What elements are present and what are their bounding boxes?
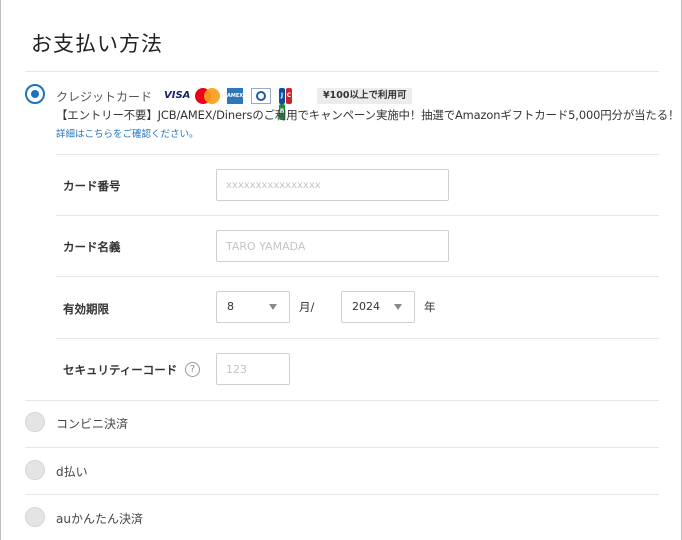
security-code-input[interactable]	[216, 353, 290, 385]
divider	[56, 215, 659, 216]
divider	[25, 71, 659, 72]
expiry-month-value: 8	[227, 300, 234, 313]
d-barai-radio[interactable]	[25, 460, 45, 480]
visa-logo: VISA	[164, 90, 191, 101]
divider	[25, 400, 659, 401]
convenience-store-radio[interactable]	[25, 412, 45, 432]
d-barai-label[interactable]: d払い	[56, 463, 88, 480]
expiry-year-value: 2024	[352, 300, 380, 313]
card-number-label: カード番号	[63, 179, 121, 193]
payment-method-panel: お支払い方法 クレジットカード VISA AMEX JCB ¥100以上で利用可…	[0, 0, 682, 540]
credit-card-label[interactable]: クレジットカード	[56, 88, 152, 105]
campaign-notice: 【エントリー不要】JCB/AMEX/Dinersのご利用でキャンペーン実施中！抽…	[56, 108, 680, 122]
mastercard-logo	[195, 88, 221, 104]
divider	[56, 338, 659, 339]
divider	[56, 154, 659, 155]
expiry-month-select[interactable]: 8	[216, 291, 290, 323]
card-name-label: カード名義	[63, 240, 121, 254]
card-name-input[interactable]	[216, 230, 449, 262]
credit-card-radio[interactable]	[25, 84, 45, 104]
divider	[25, 494, 659, 495]
month-unit: 月/	[299, 300, 315, 314]
divider	[25, 447, 659, 448]
security-code-label: セキュリティーコード	[63, 363, 178, 377]
amex-logo: AMEX	[227, 88, 243, 104]
minimum-amount-badge: ¥100以上で利用可	[317, 88, 413, 104]
card-number-input[interactable]	[216, 169, 449, 201]
diners-logo	[251, 88, 271, 104]
expiry-label: 有効期限	[63, 302, 109, 316]
help-icon[interactable]: ?	[185, 362, 200, 377]
expiry-year-select[interactable]: 2024	[341, 291, 415, 323]
convenience-store-label[interactable]: コンビニ決済	[56, 415, 128, 432]
divider	[56, 276, 659, 277]
page-title: お支払い方法	[31, 32, 163, 56]
chevron-down-icon	[394, 304, 402, 310]
au-easy-payment-label[interactable]: auかんたん決済	[56, 510, 143, 527]
jcb-logo: JCB	[279, 88, 299, 120]
chevron-down-icon	[269, 304, 277, 310]
au-easy-payment-radio[interactable]	[25, 507, 45, 527]
campaign-details-link[interactable]: 詳細はこちらをご確認ください。	[56, 126, 199, 140]
year-unit: 年	[424, 300, 436, 314]
